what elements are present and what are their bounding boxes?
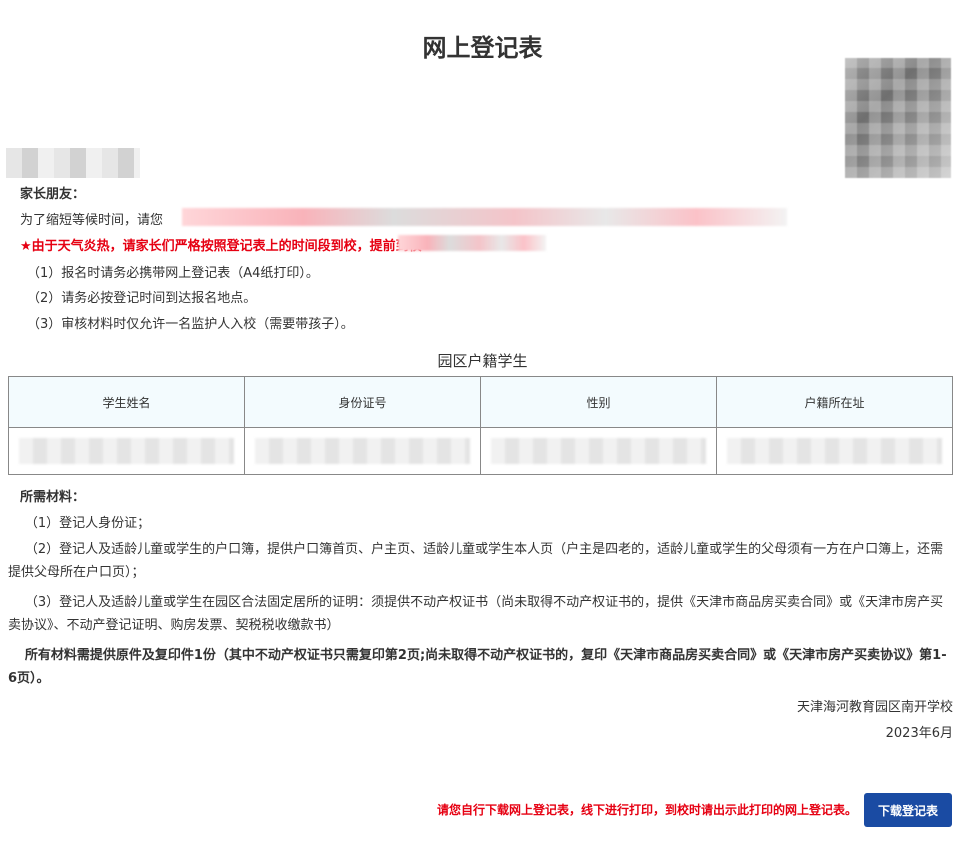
student-name-cell xyxy=(8,427,245,475)
gender-cell xyxy=(480,427,717,475)
materials-note: 所有材料需提供原件及复印件1份（其中不动产权证书只需复印第2页;尚未取得不动产权… xyxy=(8,648,947,686)
signature-date: 2023年6月 xyxy=(885,726,953,741)
table-header-row: 学生姓名 身份证号 性别 户籍所在址 xyxy=(8,376,953,428)
heat-warning: ★由于天气炎热，请家长们严格按照登记表上的时间段到校，提前到校 xyxy=(20,239,422,254)
registrant-name-redacted xyxy=(6,148,140,178)
signature-org: 天津海河教育园区南开学校 xyxy=(796,700,953,715)
intro-text-redacted xyxy=(182,208,787,226)
redacted-value xyxy=(19,438,234,464)
materials-item-2: （2）登记人及适龄儿童或学生的户口簿，提供户口簿首页、户主页、适龄儿童或学生本人… xyxy=(8,542,944,580)
col-student-name: 学生姓名 xyxy=(8,376,245,428)
download-form-button[interactable]: 下载登记表 xyxy=(864,793,952,827)
intro-text: 为了缩短等候时间，请您 xyxy=(20,213,164,228)
materials-item-1: （1）登记人身份证； xyxy=(24,516,151,531)
table-row xyxy=(8,427,953,475)
col-id-number: 身份证号 xyxy=(244,376,481,428)
table-caption: 园区户籍学生 xyxy=(437,352,528,370)
notice-item-1: （1）报名时请务必携带网上登记表（A4纸打印）。 xyxy=(27,266,319,281)
registration-table: 学生姓名 身份证号 性别 户籍所在址 xyxy=(8,376,953,475)
col-gender: 性别 xyxy=(480,376,717,428)
page-title: 网上登记表 xyxy=(422,34,543,62)
redacted-value xyxy=(255,438,470,464)
warning-text-redacted xyxy=(398,235,546,251)
notice-item-2: （2）请务必按登记时间到达报名地点。 xyxy=(27,291,257,306)
redacted-value xyxy=(727,438,942,464)
address-cell xyxy=(716,427,953,475)
materials-heading: 所需材料： xyxy=(20,490,86,505)
redacted-value xyxy=(491,438,706,464)
qr-code-image xyxy=(845,58,951,178)
materials-item-3: （3）登记人及适龄儿童或学生在园区合法固定居所的证明：须提供不动产权证书（尚未取… xyxy=(8,595,944,633)
notice-item-3: （3）审核材料时仅允许一名监护人入校（需要带孩子）。 xyxy=(27,317,354,332)
col-household-address: 户籍所在址 xyxy=(716,376,953,428)
greeting: 家长朋友： xyxy=(20,187,86,202)
id-number-cell xyxy=(244,427,481,475)
download-instruction: 请您自行下载网上登记表，线下进行打印，到校时请出示此打印的网上登记表。 xyxy=(436,803,857,817)
